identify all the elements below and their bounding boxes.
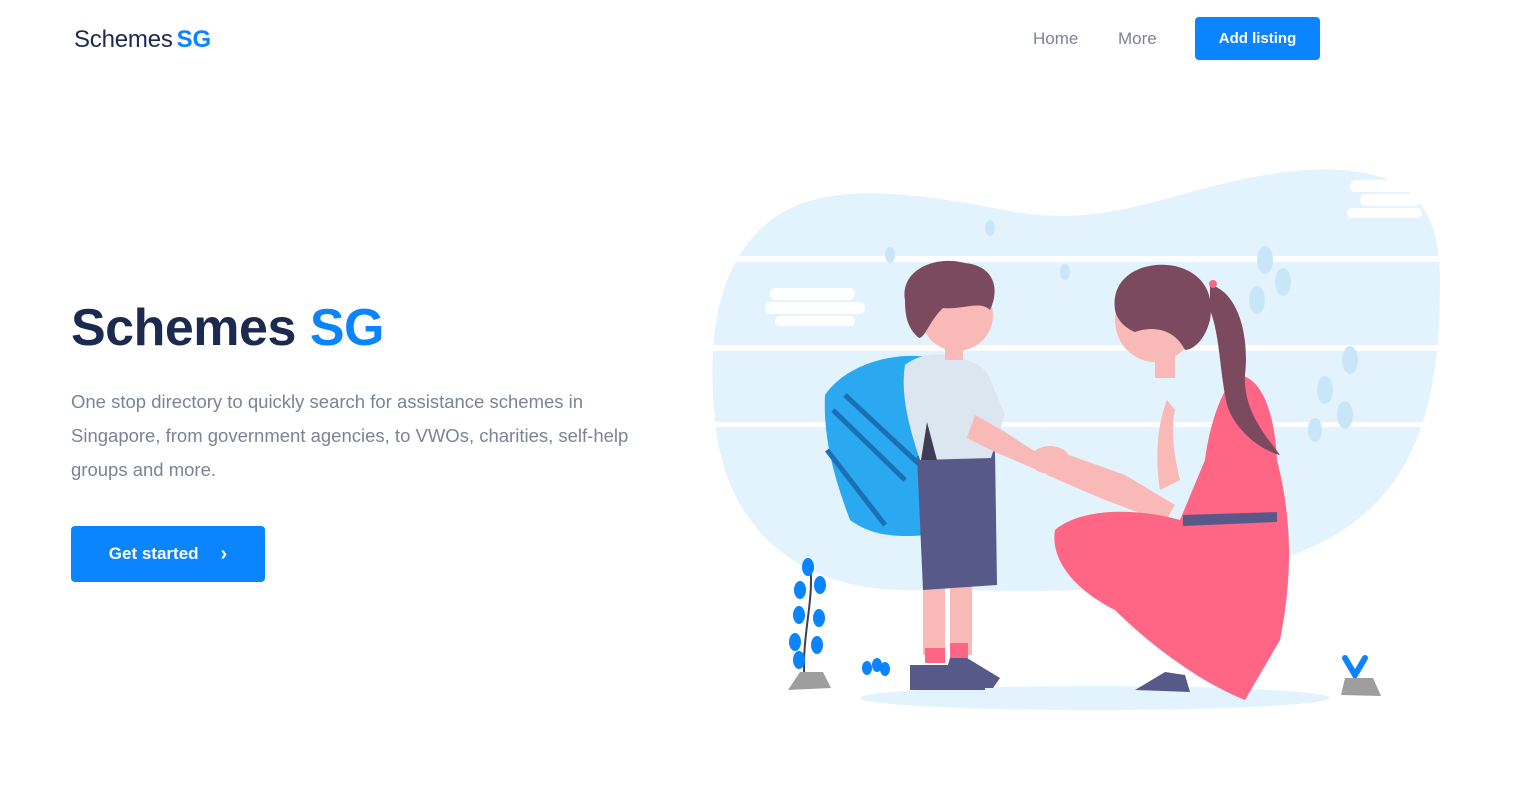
add-listing-button[interactable]: Add listing — [1195, 17, 1320, 60]
get-started-label: Get started — [108, 544, 199, 563]
chevron-right-icon: › — [220, 543, 228, 565]
parent-child-illustration — [705, 169, 1450, 710]
hero-title: Schemes SG — [71, 298, 384, 358]
nav-link-home[interactable]: Home — [1033, 29, 1078, 49]
plant-small — [862, 658, 890, 676]
plant-right — [1341, 655, 1381, 696]
brand-name: Schemes — [74, 26, 173, 53]
hero-title-main: Schemes — [71, 299, 296, 357]
get-started-button[interactable]: Get started › — [71, 526, 265, 582]
brand-logo[interactable]: Schemes SG — [74, 26, 211, 54]
nav-link-more[interactable]: More — [1118, 29, 1157, 49]
plant-left — [788, 558, 831, 690]
top-navbar: Schemes SG Home More Add listing — [0, 0, 1516, 80]
brand-accent: SG — [176, 26, 211, 53]
cloud-left — [765, 288, 865, 326]
hero-title-accent: SG — [309, 299, 385, 357]
hero-description: One stop directory to quickly search for… — [71, 391, 629, 480]
